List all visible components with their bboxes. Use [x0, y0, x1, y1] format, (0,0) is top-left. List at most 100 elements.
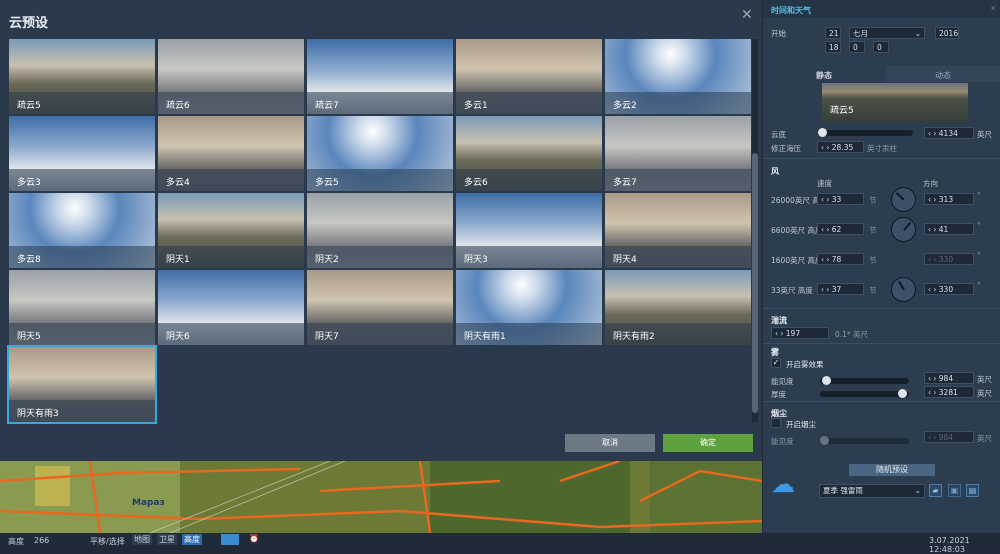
wind-direction-dial[interactable]	[891, 217, 916, 242]
day-field[interactable]: 21	[825, 27, 841, 39]
preset-tile[interactable]: 多云6	[456, 116, 602, 191]
wind-speed-field[interactable]: ‹ › 37	[817, 283, 864, 295]
preset-tile[interactable]: 疏云5	[9, 39, 155, 114]
clock-icon[interactable]: ⏰	[249, 534, 259, 543]
unit: 节	[869, 226, 877, 235]
preset-tile[interactable]: 多云2	[605, 39, 751, 114]
wind-speed-field[interactable]: ‹ › 78	[817, 253, 864, 265]
wind-direction-dial[interactable]	[891, 187, 916, 212]
preset-tile[interactable]: 多云5	[307, 116, 453, 191]
weather-preset-select[interactable]: 夏季 强雷雨 ⌄	[819, 484, 925, 498]
preset-label: 疏云5	[9, 92, 155, 114]
preset-tile[interactable]: 阴天3	[456, 193, 602, 268]
preset-label: 阴天1	[158, 246, 304, 268]
wind-direction-field[interactable]: ‹ › 330	[924, 253, 974, 265]
map-view[interactable]: Мараз	[0, 461, 762, 533]
qnh-label: 修正海压	[771, 144, 801, 153]
dust-visibility-field[interactable]: ‹ › 984	[924, 431, 974, 443]
time-weather-panel: 时间和天气 ✕ 开始 21 七月 ⌄ 2016 18 0 0 静态 动态 疏云5 …	[763, 0, 1000, 533]
unit: 0.1* 英尺	[835, 330, 869, 339]
wind-direction-field[interactable]: ‹ › 330	[924, 283, 974, 295]
fog-thickness-label: 厚度	[771, 390, 786, 399]
wind-direction-field[interactable]: ‹ › 41	[924, 223, 974, 235]
preset-tile[interactable]: 疏云7	[307, 39, 453, 114]
preset-tile[interactable]: 阴天5	[9, 270, 155, 345]
save-icon[interactable]: ▣	[948, 484, 961, 497]
wind-direction-dial[interactable]	[891, 277, 916, 302]
panel-title: 时间和天气	[763, 0, 1000, 18]
preset-label: 疏云6	[158, 92, 304, 114]
unit: 节	[869, 286, 877, 295]
preset-tile[interactable]: 阴天2	[307, 193, 453, 268]
dust-checkbox[interactable]	[771, 418, 781, 428]
hour-field[interactable]: 18	[825, 41, 841, 53]
preset-tile[interactable]: 阴天7	[307, 270, 453, 345]
wind-direction-field[interactable]: ‹ › 313	[924, 193, 974, 205]
cloud-base-slider[interactable]	[818, 128, 913, 137]
preset-tile[interactable]: 多云1	[456, 39, 602, 114]
preset-tile[interactable]: 阴天1	[158, 193, 304, 268]
preset-tile[interactable]: 阴天4	[605, 193, 751, 268]
status-bar: 高度 266 平移/选择 地图 卫星 高度 ⏰ 3.07.2021 12:48:…	[0, 533, 1000, 554]
fog-heading: 雾	[771, 348, 779, 357]
delete-icon[interactable]: ▤	[966, 484, 979, 497]
preset-tile[interactable]: 阴天有雨3	[7, 345, 157, 424]
cancel-button[interactable]: 取消	[565, 434, 655, 452]
month-select[interactable]: 七月 ⌄	[849, 27, 925, 39]
map-mode-button[interactable]: 地图	[132, 534, 152, 545]
fog-thickness-field[interactable]: ‹ › 3281	[924, 386, 974, 398]
qnh-field[interactable]: ‹ › 28.35	[817, 141, 864, 153]
tab-dynamic[interactable]: 动态	[886, 66, 1000, 82]
fog-enable-label: 开启雾效果	[786, 360, 824, 369]
height-mode-button[interactable]: 高度	[182, 534, 202, 545]
preset-tile[interactable]: 阴天6	[158, 270, 304, 345]
panel-close-icon[interactable]: ✕	[990, 4, 997, 13]
scrollbar[interactable]	[752, 39, 758, 422]
preset-label: 阴天6	[158, 323, 304, 345]
preset-label: 阴天有雨3	[9, 400, 155, 422]
preset-label: 多云5	[307, 169, 453, 191]
tab-static[interactable]: 静态	[763, 66, 885, 82]
preset-tile[interactable]: 多云3	[9, 116, 155, 191]
fog-visibility-field[interactable]: ‹ › 984	[924, 372, 974, 384]
cloud-base-field[interactable]: ‹ › 4134	[924, 127, 974, 139]
close-icon[interactable]: ✕	[741, 7, 753, 23]
second-field[interactable]: 0	[873, 41, 889, 53]
fog-thickness-slider[interactable]	[820, 389, 909, 398]
satellite-mode-button[interactable]: 卫星	[157, 534, 177, 545]
fog-checkbox[interactable]: ✓	[771, 358, 781, 368]
preset-label: 阴天7	[307, 323, 453, 345]
random-preset-button[interactable]: 随机预设	[849, 464, 935, 476]
dust-visibility-label: 能见度	[771, 437, 794, 446]
unit: °	[977, 281, 981, 290]
preset-label: 阴天3	[456, 246, 602, 268]
preset-preview[interactable]: 疏云5	[822, 83, 968, 122]
unit: 英尺	[977, 389, 992, 398]
preset-tile[interactable]: 阴天有雨1	[456, 270, 602, 345]
year-field[interactable]: 2016	[935, 27, 959, 39]
preset-label: 多云3	[9, 169, 155, 191]
minute-field[interactable]: 0	[849, 41, 865, 53]
preset-label: 多云4	[158, 169, 304, 191]
preset-label: 阴天2	[307, 246, 453, 268]
ok-button[interactable]: 确定	[663, 434, 753, 452]
altitude-label: 高度	[8, 537, 24, 546]
open-folder-icon[interactable]: ▰	[929, 484, 942, 497]
preset-tile[interactable]: 多云7	[605, 116, 751, 191]
preset-tile[interactable]: 多云4	[158, 116, 304, 191]
preset-tile[interactable]: 多云8	[9, 193, 155, 268]
preset-tile[interactable]: 疏云6	[158, 39, 304, 114]
ruler-icon[interactable]	[221, 534, 239, 545]
wind-altitude-label: 33英尺 高度	[771, 286, 813, 295]
preset-label: 多云8	[9, 246, 155, 268]
wind-altitude-label: 26000英尺 高	[771, 196, 820, 205]
preset-label: 多云7	[605, 169, 751, 191]
preset-label: 阴天4	[605, 246, 751, 268]
turbulence-field[interactable]: ‹ › 197	[771, 327, 829, 339]
wind-speed-field[interactable]: ‹ › 62	[817, 223, 864, 235]
wind-speed-field[interactable]: ‹ › 33	[817, 193, 864, 205]
preset-tile[interactable]: 阴天有雨2	[605, 270, 751, 345]
dust-visibility-slider[interactable]	[820, 436, 909, 445]
wind-altitude-label: 6600英尺 高度	[771, 226, 821, 235]
fog-visibility-slider[interactable]	[820, 376, 909, 385]
